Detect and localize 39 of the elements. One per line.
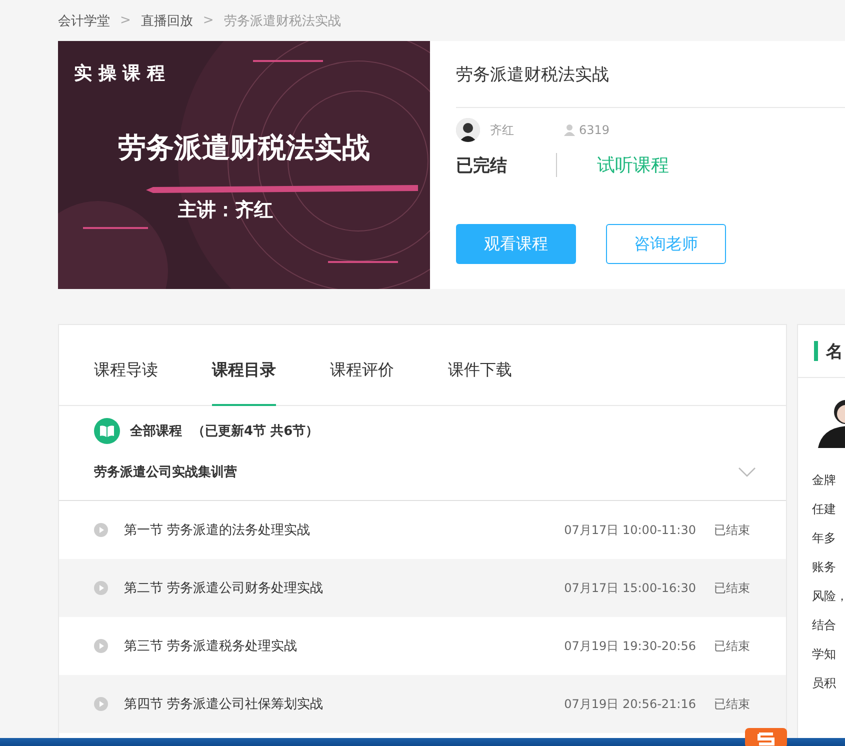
lesson-time: 07月17日 10:00-11:30 xyxy=(564,522,696,538)
teacher-bio-text: 账务 xyxy=(811,559,837,576)
teacher-name: 齐红 xyxy=(490,122,514,138)
group-title: 劳务派遣公司实战集训营 xyxy=(94,464,237,481)
cover-lecturer: 主讲：齐红 xyxy=(178,198,273,223)
teacher-bio-text: 结合 xyxy=(811,617,837,634)
course-title: 劳务派遣财税法实战 xyxy=(456,41,845,108)
breadcrumb-link[interactable]: 直播回放 xyxy=(140,12,193,30)
tab[interactable]: 课程导读 xyxy=(94,325,158,406)
teacher-bio-text: 年多 xyxy=(811,530,837,547)
teacher-bio-text: 员积 xyxy=(811,675,837,692)
lesson-title[interactable]: 第三节 劳务派遣税务处理实战 xyxy=(124,637,564,655)
tab[interactable]: 课程目录 xyxy=(212,325,276,406)
lesson-time: 07月17日 15:00-16:30 xyxy=(564,580,696,596)
cover-tag: 实 操 课 程 xyxy=(74,61,165,85)
breadcrumb-separator: > xyxy=(202,13,214,28)
sidebar-heading: 名 xyxy=(826,340,843,362)
lesson-status: 已结束 xyxy=(714,696,750,712)
teacher-bio-text: 金牌 xyxy=(811,472,837,489)
lesson-title[interactable]: 第二节 劳务派遣公司财务处理实战 xyxy=(124,579,564,597)
tab[interactable]: 课件下载 xyxy=(448,325,512,406)
cover-title: 劳务派遣财税法实战 xyxy=(117,130,371,166)
summary-count: （已更新4节 共6节） xyxy=(192,422,319,440)
lesson-title[interactable]: 第一节 劳务派遣的法务处理实战 xyxy=(124,521,564,539)
teacher-bio-text: 任建 xyxy=(811,501,837,518)
student-count: 6319 xyxy=(579,123,610,137)
breadcrumb-separator: > xyxy=(120,13,131,28)
teacher-bio-text: 风险， xyxy=(811,588,845,605)
lesson-status: 已结束 xyxy=(714,580,750,596)
summary-label: 全部课程 xyxy=(130,422,182,440)
breadcrumb-link[interactable]: 会计学堂 xyxy=(58,12,110,30)
lesson-title[interactable]: 第四节 劳务派遣公司社保筹划实战 xyxy=(124,695,564,713)
teacher-bio-text: 学知 xyxy=(811,646,837,663)
lesson-time: 07月19日 19:30-20:56 xyxy=(564,638,696,654)
lesson-status: 已结束 xyxy=(714,638,750,654)
lesson-status: 已结束 xyxy=(714,522,750,538)
course-status: 已完结 xyxy=(456,154,508,176)
lesson-time: 07月19日 20:56-21:16 xyxy=(564,696,696,712)
tab[interactable]: 课程评价 xyxy=(330,325,394,406)
